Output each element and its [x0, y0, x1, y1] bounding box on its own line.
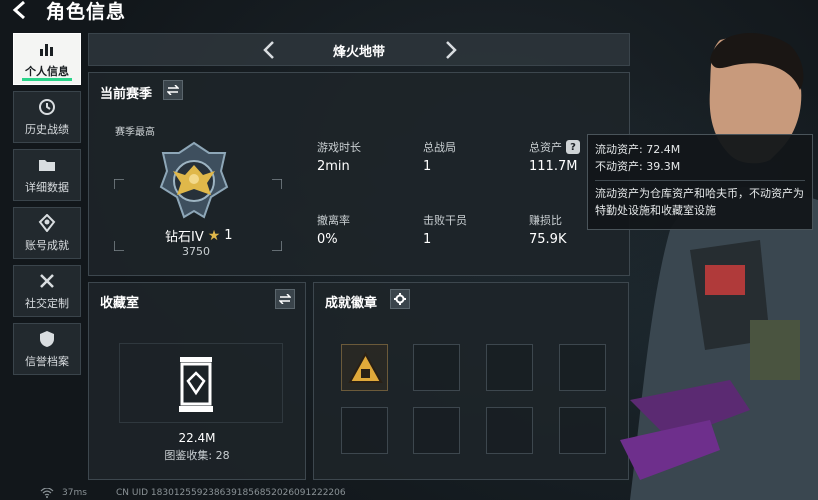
- stat-label-extract-rate: 撤离率: [317, 214, 350, 227]
- sidebar-item-achievements[interactable]: 账号成就: [13, 207, 81, 259]
- stat-label-profit-ratio: 赚损比: [529, 214, 562, 227]
- sidebar-item-label: 社交定制: [25, 297, 69, 310]
- collection-panel: 收藏室 22.4M 图鉴收集: 28: [88, 282, 306, 480]
- sidebar-item-history[interactable]: 历史战绩: [13, 91, 81, 143]
- sidebar-item-label: 详细数据: [25, 181, 69, 194]
- mode-selector: 烽火地带: [88, 33, 630, 66]
- achievement-slot[interactable]: [341, 344, 388, 391]
- stat-value-assets: 111.7M: [529, 159, 578, 174]
- uid-text: CN UID 183012559238639185685202609122220…: [116, 488, 346, 498]
- shield-icon: [37, 329, 57, 349]
- sidebar-item-profile[interactable]: 个人信息: [13, 33, 81, 85]
- mode-name: 烽火地带: [332, 45, 385, 60]
- stat-label-matches: 总战局: [423, 141, 456, 154]
- collection-title: 收藏室: [100, 296, 140, 311]
- stat-label-assets: 总资产 ?: [529, 139, 580, 155]
- sidebar-item-label: 历史战绩: [25, 123, 69, 136]
- operator-character-art: [620, 33, 818, 500]
- sidebar: 个人信息 历史战绩 详细数据 账号成就 社交定制 信誉档案: [13, 33, 83, 381]
- rank-name: 钻石IV: [165, 230, 204, 245]
- achievement-slot[interactable]: [486, 344, 533, 391]
- stat-value-profit-ratio: 75.9K: [529, 232, 567, 247]
- stat-value-kills: 1: [423, 232, 432, 247]
- sidebar-item-label: 账号成就: [25, 239, 69, 252]
- gear-icon: [394, 293, 406, 305]
- achievement-slot[interactable]: [559, 344, 606, 391]
- achievements-panel: 成就徽章: [313, 282, 629, 480]
- stat-value-extract-rate: 0%: [317, 232, 338, 247]
- help-icon[interactable]: ?: [566, 140, 580, 154]
- season-panel: 当前赛季 赛季最高 钻石IV ★ 1 3750 游戏时长 2min 总战局 1 …: [88, 72, 630, 276]
- achievement-slot[interactable]: [559, 407, 606, 454]
- stat-label-playtime: 游戏时长: [317, 141, 361, 154]
- assets-tooltip: 流动资产: 72.4M 不动资产: 39.3M 流动资产为仓库资产和哈夫币，不动…: [587, 134, 813, 230]
- achievement-slot[interactable]: [341, 407, 388, 454]
- achievement-slot[interactable]: [413, 344, 460, 391]
- collection-count: 图鉴收集: 28: [164, 449, 230, 462]
- achievement-slot[interactable]: [413, 407, 460, 454]
- sidebar-item-social[interactable]: 社交定制: [13, 265, 81, 317]
- collection-value: 22.4M: [178, 431, 216, 445]
- sidebar-item-label: 个人信息: [25, 65, 69, 78]
- back-arrow-icon[interactable]: [10, 0, 32, 20]
- tooltip-description: 流动资产为仓库资产和哈夫币，不动资产为特勤处设施和收藏室设施: [595, 187, 804, 217]
- stat-label-kills: 击败干员: [423, 214, 467, 227]
- stat-value-matches: 1: [423, 159, 432, 174]
- achievements-title: 成就徽章: [325, 296, 378, 311]
- achievement-icon: [37, 213, 57, 233]
- history-icon: [37, 97, 57, 117]
- sidebar-item-reputation[interactable]: 信誉档案: [13, 323, 81, 375]
- achievement-badge-icon: [348, 351, 383, 383]
- sidebar-item-details[interactable]: 详细数据: [13, 149, 81, 201]
- page-title: 角色信息: [46, 1, 127, 23]
- collection-swap-button[interactable]: [275, 289, 295, 309]
- stat-value-playtime: 2min: [317, 159, 350, 174]
- swap-icon: [279, 294, 291, 304]
- rank-name-row: 钻石IV ★ 1: [165, 226, 233, 246]
- tooltip-liquid-assets: 流动资产: 72.4M: [595, 143, 681, 156]
- ping-readout: 37ms: [62, 488, 87, 498]
- tooltip-divider: [595, 180, 805, 181]
- folder-icon: [37, 155, 57, 175]
- sidebar-item-label: 信誉档案: [25, 355, 69, 368]
- season-title: 当前赛季: [100, 87, 153, 102]
- wrench-icon: [37, 271, 57, 291]
- diamond-rank-emblem: [159, 141, 229, 219]
- tooltip-fixed-assets: 不动资产: 39.3M: [595, 160, 681, 173]
- achievements-settings-button[interactable]: [390, 289, 410, 309]
- swap-button[interactable]: [163, 80, 183, 100]
- rank-points: 3750: [182, 245, 210, 258]
- rank-stars: 1: [224, 228, 233, 243]
- status-bar: 37ms CN UID 1830125592386391856852026091…: [0, 486, 818, 500]
- swap-icon: [167, 85, 179, 95]
- star-icon: ★: [207, 227, 221, 244]
- season-best-label: 赛季最高: [115, 127, 155, 138]
- chevron-right-icon[interactable]: [439, 39, 461, 61]
- display-case-icon: [179, 357, 213, 412]
- achievement-slot[interactable]: [486, 407, 533, 454]
- wifi-icon: [40, 488, 54, 498]
- stat-label-assets-text: 总资产: [529, 141, 562, 154]
- bar-chart-icon: [37, 39, 57, 59]
